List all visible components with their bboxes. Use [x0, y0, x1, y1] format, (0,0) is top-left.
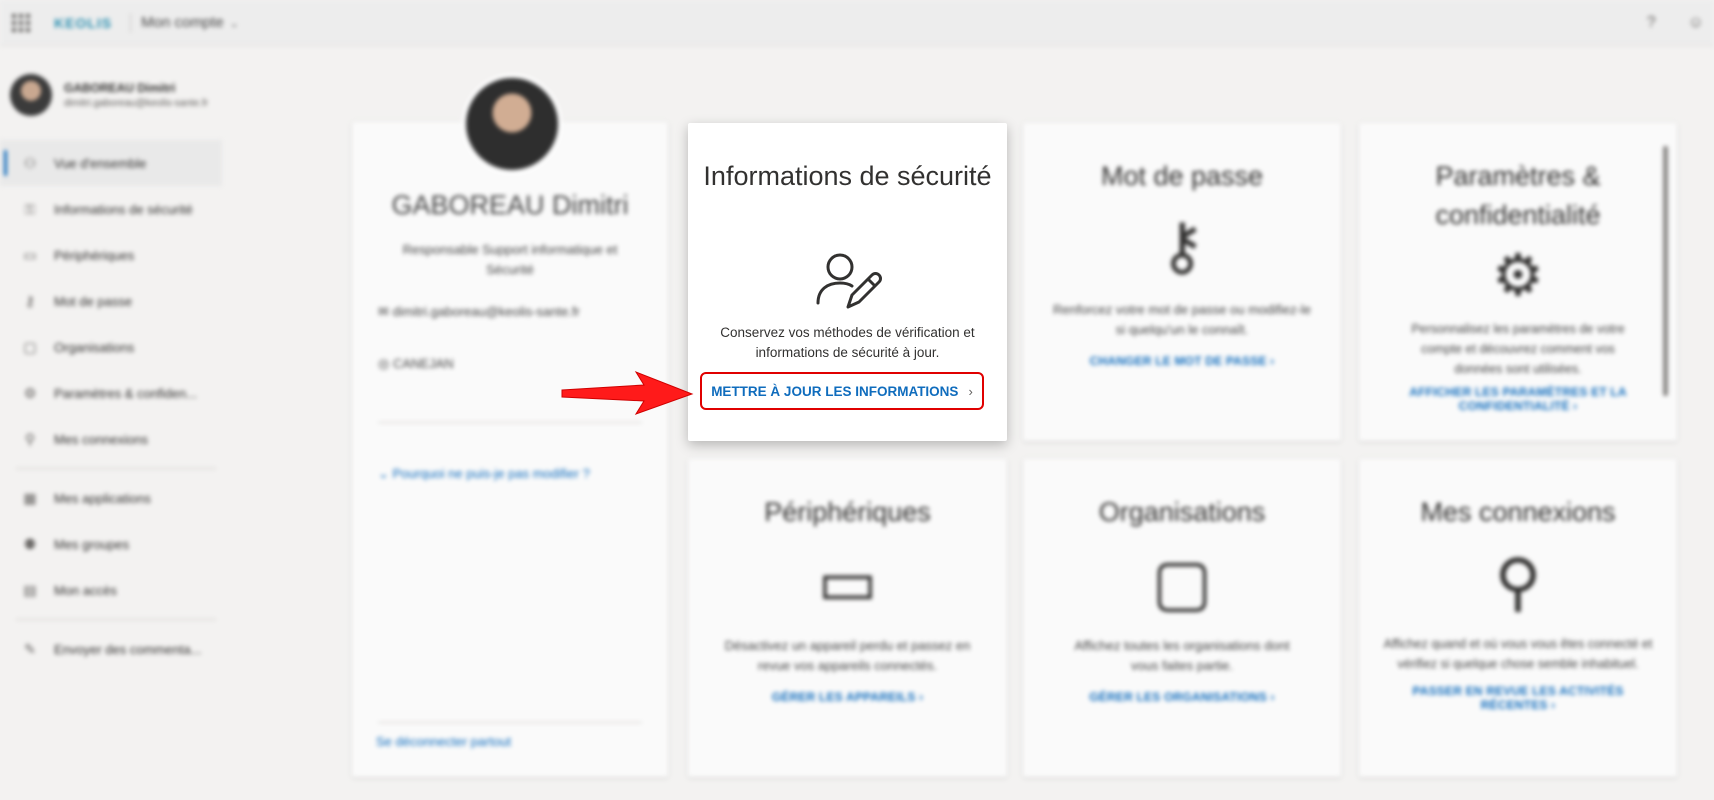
access-icon: ▤: [23, 581, 37, 598]
gear-icon: ⚙: [23, 384, 37, 401]
briefcase-icon: ▢: [23, 338, 37, 355]
person-icon[interactable]: ☺: [1688, 14, 1704, 32]
security-info-card: Informations de sécurité Conservez vos m…: [688, 123, 1007, 441]
change-password-link[interactable]: CHANGER LE MOT DE PASSE ›: [1023, 354, 1341, 368]
sidebar-item-feedback[interactable]: ✎ Envoyer des commenta...: [0, 626, 224, 672]
avatar: [10, 74, 52, 116]
person-icon: ⚇: [23, 154, 37, 171]
settings-card-title: Paramètres & confidentialité: [1435, 161, 1601, 230]
profile-avatar: [462, 74, 562, 174]
gear-icon: ⚙: [1492, 243, 1544, 308]
signins-card-title: Mes connexions: [1420, 497, 1616, 527]
review-activity-link[interactable]: PASSER EN REVUE LES ACTIVITÉS RÉCENTES ›: [1399, 684, 1637, 712]
profile-name: GABOREAU Dimitri: [391, 190, 629, 220]
why-cant-edit-link[interactable]: ⌄ Pourquoi ne puis-je pas modifier ?: [378, 466, 590, 482]
sign-out-everywhere-link[interactable]: Se déconnecter partout: [376, 734, 511, 749]
profile-divider: [378, 722, 642, 723]
person-edit-icon: [816, 253, 882, 309]
company-logo: KEOLIS: [54, 14, 113, 31]
key-icon: ⚷: [24, 292, 36, 309]
profile-role: Responsable Support informatique et Sécu…: [402, 242, 618, 277]
organizations-card: Organisations ▢ Affichez toutes les orga…: [1023, 459, 1341, 777]
mail-icon: ✉: [378, 304, 393, 319]
profile-email-row: ✉ dimitri.gaboreau@keolis-sante.fr: [378, 304, 580, 319]
password-card: Mot de passe ⚷ Renforcez votre mot de pa…: [1023, 123, 1341, 441]
chevron-right-icon: ›: [968, 383, 973, 399]
sidebar-divider: [16, 468, 216, 469]
password-card-title: Mot de passe: [1100, 161, 1264, 191]
topbar-divider: [130, 12, 132, 33]
view-settings-link[interactable]: AFFICHER LES PARAMÈTRES ET LA CONFIDENTI…: [1399, 385, 1637, 413]
feedback-icon: ✎: [24, 640, 36, 657]
manage-devices-link[interactable]: GÉRER LES APPAREILS ›: [688, 690, 1007, 704]
signins-card-description: Affichez quand et où vous vous êtes conn…: [1383, 637, 1653, 671]
laptop-icon: ▭: [817, 546, 878, 618]
sidebar-user-email: dimitri.gaboreau@keolis-sante.fr: [64, 98, 209, 109]
group-icon: ⚉: [23, 535, 37, 552]
person-key-icon: ⚲: [1494, 546, 1542, 618]
key-icon: ⚷: [1158, 210, 1206, 282]
organizations-card-description: Affichez toutes les organisations dont v…: [1074, 638, 1290, 673]
app-title[interactable]: Mon compte ⌄: [141, 14, 239, 31]
update-info-link-label: METTRE À JOUR LES INFORMATIONS: [711, 383, 959, 399]
sidebar-item-my-groups[interactable]: ⚉ Mes groupes: [0, 521, 224, 567]
password-card-description: Renforcez votre mot de passe ou modifiez…: [1053, 302, 1311, 337]
sidebar-item-signins[interactable]: ⚲ Mes connexions: [0, 416, 224, 462]
manage-organizations-link[interactable]: GÉRER LES ORGANISATIONS ›: [1023, 690, 1341, 704]
scrollbar[interactable]: [1660, 128, 1670, 436]
sidebar-item-organizations[interactable]: ▢ Organisations: [0, 324, 224, 370]
laptop-icon: ▭: [23, 246, 37, 263]
sidebar-item-password[interactable]: ⚷ Mot de passe: [0, 278, 224, 324]
settings-card: Paramètres & confidentialité ⚙ Personnal…: [1359, 123, 1677, 441]
devices-card-title: Périphériques: [764, 497, 931, 527]
chevron-down-icon: ⌄: [229, 18, 239, 30]
organizations-card-title: Organisations: [1098, 497, 1266, 527]
devices-card-description: Désactivez un appareil perdu et passez e…: [724, 638, 971, 673]
chevron-down-icon: ⌄: [378, 466, 393, 481]
security-info-card-description: Conservez vos méthodes de vérification e…: [720, 325, 975, 360]
top-bar: KEOLIS Mon compte ⌄ ? ☺: [0, 0, 1714, 46]
update-info-link[interactable]: METTRE À JOUR LES INFORMATIONS ›: [700, 372, 984, 410]
scrollbar-thumb[interactable]: [1663, 146, 1668, 396]
sidebar-item-my-access[interactable]: ▤ Mon accès: [0, 567, 224, 613]
sidebar-nav: ⚇ Vue d'ensemble ⚿ Informations de sécurit…: [0, 140, 224, 672]
apps-icon: ▦: [23, 489, 37, 506]
annotation-arrow: [561, 370, 694, 415]
sidebar: GABOREAU Dimitri dimitri.gaboreau@keolis…: [0, 46, 224, 800]
sidebar-item-security-info[interactable]: ⚿ Informations de sécurité: [0, 186, 224, 232]
sidebar-item-overview[interactable]: ⚇ Vue d'ensemble: [0, 140, 222, 186]
sidebar-item-my-apps[interactable]: ▦ Mes applications: [0, 475, 224, 521]
help-icon[interactable]: ?: [1647, 14, 1656, 32]
shield-key-icon: ⚿: [24, 200, 36, 217]
app-launcher-icon[interactable]: [12, 13, 30, 32]
person-key-icon: ⚲: [24, 430, 36, 447]
signins-card: Mes connexions ⚲ Affichez quand et où vo…: [1359, 459, 1677, 777]
briefcase-icon: ▢: [1151, 546, 1213, 618]
profile-divider: [378, 422, 642, 423]
devices-card: Périphériques ▭ Désactivez un appareil p…: [688, 459, 1007, 777]
sidebar-item-devices[interactable]: ▭ Périphériques: [0, 232, 224, 278]
sidebar-divider: [16, 619, 216, 620]
profile-card: GABOREAU Dimitri Responsable Support inf…: [352, 74, 668, 777]
settings-card-description: Personnalisez les paramètres de votre co…: [1411, 322, 1625, 376]
sidebar-user-name: GABOREAU Dimitri: [64, 81, 176, 95]
profile-location-row: ◎ CANEJAN: [378, 356, 454, 371]
sidebar-item-settings[interactable]: ⚙ Paramètres & confiden...: [0, 370, 224, 416]
security-info-card-title: Informations de sécurité: [703, 161, 992, 191]
sidebar-user: GABOREAU Dimitri dimitri.gaboreau@keolis…: [0, 46, 224, 116]
location-icon: ◎: [378, 356, 393, 371]
